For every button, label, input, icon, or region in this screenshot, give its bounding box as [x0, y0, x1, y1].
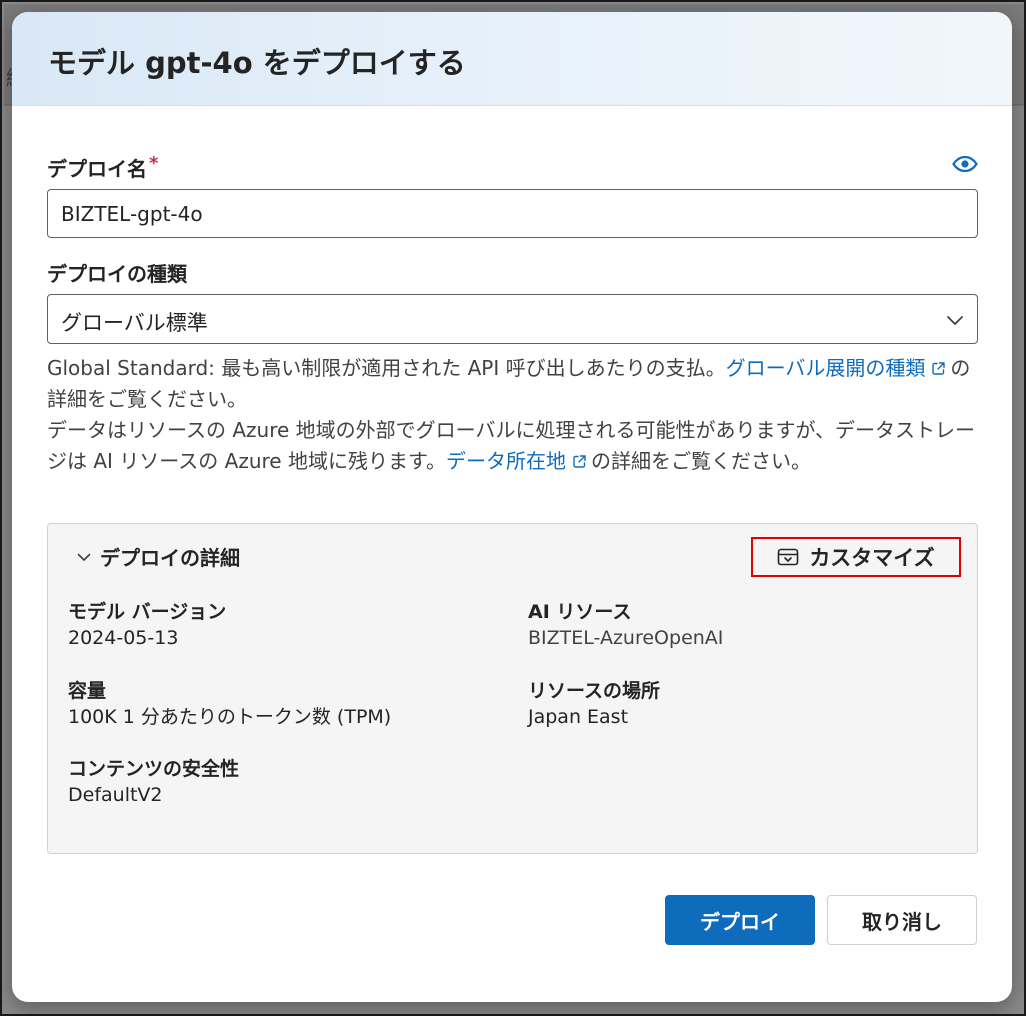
content-safety-value: DefaultV2: [68, 784, 163, 806]
required-mark: *: [149, 153, 159, 174]
deployment-name-label: デプロイ名 *: [47, 153, 158, 182]
data-residency-link[interactable]: データ所在地: [446, 449, 566, 473]
cancel-button[interactable]: 取り消し: [827, 895, 977, 945]
model-version-value: 2024-05-13: [68, 627, 179, 649]
eye-icon[interactable]: [952, 156, 978, 172]
dialog-header: モデル gpt-4o をデプロイする: [12, 12, 1012, 106]
deployment-details-toggle[interactable]: デプロイの詳細: [76, 542, 240, 571]
global-deployment-types-link[interactable]: グローバル展開の種類: [726, 356, 926, 380]
model-version-label: モデル バージョン: [68, 601, 227, 623]
deployment-name-input[interactable]: [47, 189, 978, 238]
deployment-type-label: デプロイの種類: [47, 262, 187, 286]
deployment-type-select[interactable]: グローバル標準: [47, 294, 978, 344]
capacity-value: 100K 1 分あたりのトークン数 (TPM): [68, 706, 392, 728]
content-safety-property: コンテンツの安全性 DefaultV2: [68, 756, 239, 808]
customize-label: カスタマイズ: [809, 546, 935, 570]
deployment-name-label-text: デプロイ名: [47, 157, 147, 181]
description-text-1: Global Standard: 最も高い制限が適用された API 呼び出しあた…: [47, 356, 726, 380]
customize-icon: [778, 548, 799, 566]
customize-button[interactable]: カスタマイズ: [751, 537, 961, 577]
resource-location-value: Japan East: [528, 706, 629, 728]
resource-location-label: リソースの場所: [528, 680, 661, 702]
chevron-down-icon: [77, 553, 91, 561]
ai-resource-label: AI リソース: [528, 601, 632, 623]
model-version-property: モデル バージョン 2024-05-13: [68, 599, 226, 651]
deployment-type-description: Global Standard: 最も高い制限が適用された API 呼び出しあた…: [47, 353, 982, 477]
external-link-icon: [932, 362, 946, 375]
deploy-model-dialog: モデル gpt-4o をデプロイする デプロイ名* デプロイの種類 グローバル標…: [12, 12, 1012, 1002]
deployment-type-value: グローバル標準: [61, 311, 208, 335]
deployment-details-panel: デプロイの詳細 カスタマイズ モデル バージョン 2024-05-13 AI リ…: [47, 523, 978, 854]
deployment-details-title: デプロイの詳細: [100, 546, 240, 570]
capacity-property: 容量 100K 1 分あたりのトークン数 (TPM): [68, 678, 391, 730]
description-suffix-2: の詳細をご覧ください。: [590, 449, 811, 473]
capacity-label: 容量: [68, 680, 107, 702]
deploy-button[interactable]: デプロイ: [665, 895, 815, 945]
content-safety-label: コンテンツの安全性: [68, 758, 240, 780]
external-link-icon: [573, 455, 586, 468]
ai-resource-value: BIZTEL-AzureOpenAI: [528, 627, 724, 649]
ai-resource-property: AI リソース BIZTEL-AzureOpenAI: [528, 599, 723, 651]
chevron-down-icon: [947, 316, 963, 325]
resource-location-property: リソースの場所 Japan East: [528, 678, 660, 730]
dialog-title: モデル gpt-4o をデプロイする: [48, 46, 466, 80]
